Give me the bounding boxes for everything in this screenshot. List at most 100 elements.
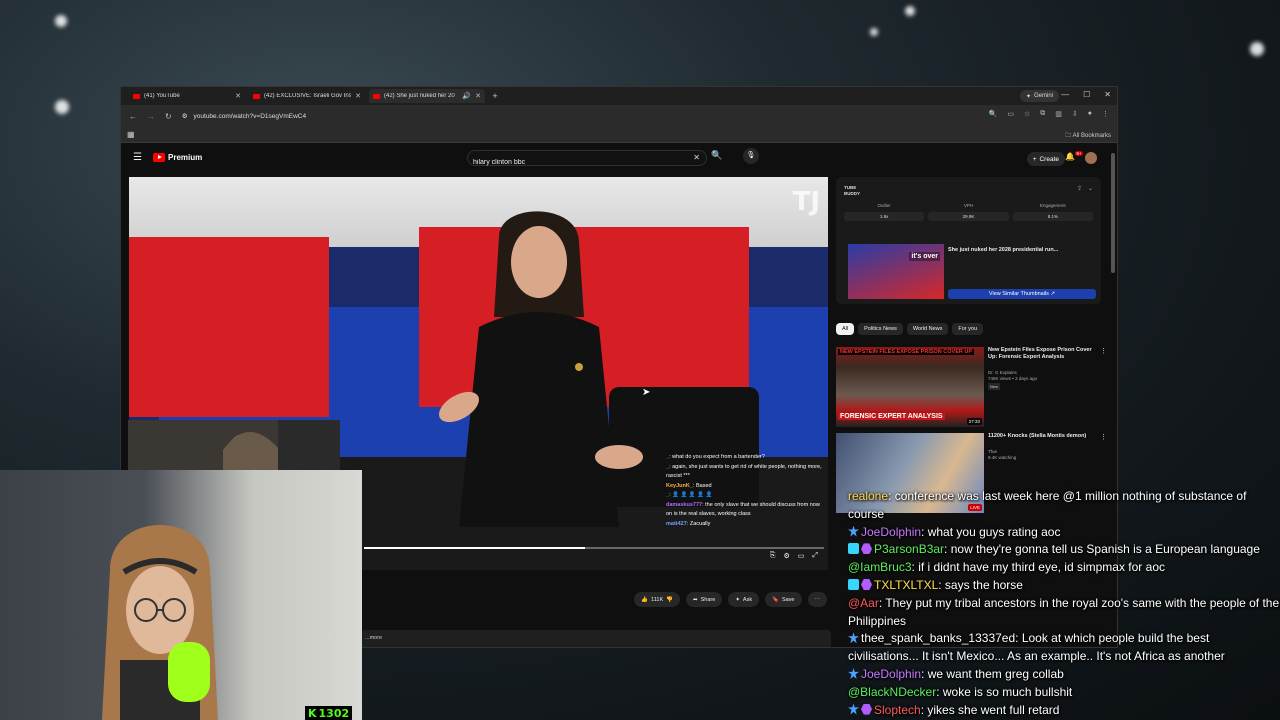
chat-text: says the horse (944, 577, 1023, 592)
close-tab-icon[interactable]: ✕ (235, 92, 241, 100)
overlay-chat-line: matt427: Zacually (666, 520, 711, 527)
stat-label: Outlier (877, 203, 891, 208)
tubebuddy-stats: Outlier 1.9x VPH 29.9K Engagement 8.1% (844, 203, 1093, 221)
profile-icon[interactable]: ● (1088, 110, 1092, 118)
all-bookmarks-button[interactable]: 🗀 All Bookmarks (1065, 131, 1111, 141)
forward-icon[interactable]: → (147, 112, 155, 121)
chat-username: JoeDolphin (861, 666, 922, 681)
apps-grid-icon[interactable]: ▦ (127, 130, 135, 139)
youtube-header: ☰ Premium ✕ 🔍 🎙 + Create 🔔 9+ (121, 143, 1117, 175)
site-info-icon[interactable]: ⚙ (182, 112, 188, 120)
reload-icon[interactable]: ↻ (165, 112, 172, 121)
menu-hamburger-icon[interactable]: ☰ (133, 152, 142, 163)
chat-username: Sloptech (874, 702, 921, 717)
stat-vph: VPH 29.9K (928, 203, 1009, 221)
omnibox[interactable]: ⚙ youtube.com/watch?v=D1segVmEwC4 (181, 108, 1007, 124)
close-tab-icon[interactable]: ✕ (475, 92, 481, 100)
recommendation-meta: 746K views • 2 days ago (988, 376, 1038, 381)
stat-outlier: Outlier 1.9x (844, 203, 925, 221)
stat-value: 29.9K (928, 212, 1009, 221)
subtitles-icon[interactable]: ⎘ (770, 552, 776, 560)
chat-message: Sloptech: yikes she went full retard (848, 702, 1280, 720)
minimize-icon[interactable]: — (1061, 90, 1069, 99)
overlay-chat-text: what do you expect from a bartender? (672, 454, 765, 460)
share-button[interactable]: ➦ Share (686, 592, 723, 607)
badge-cube-icon (848, 543, 859, 555)
fullscreen-icon[interactable]: ⤢ (812, 552, 818, 560)
microphone-icon[interactable]: 🎙 (743, 148, 759, 164)
video-description[interactable]: ...more (361, 630, 831, 647)
search-input[interactable] (468, 155, 668, 170)
like-button[interactable]: 👍 111K 👎 (634, 592, 681, 607)
chat-message: @IamBruc3: if i didnt have my third eye,… (848, 560, 1165, 575)
gemini-button[interactable]: ✦ Gemini (1019, 90, 1059, 102)
chip-all[interactable]: All (836, 323, 855, 335)
sidebar-icon[interactable]: ▥ (1055, 110, 1062, 118)
downloads-icon[interactable]: ⇩ (1072, 110, 1078, 118)
cast-icon[interactable]: ▭ (1007, 110, 1014, 118)
search-icon[interactable]: 🔍 (711, 150, 722, 161)
chat-text: yikes she went full retard (927, 702, 1060, 717)
badge-star-icon (848, 703, 859, 715)
share-label: Share (700, 596, 716, 603)
extensions-icon[interactable]: ⧉ (1040, 110, 1045, 118)
view-similar-thumbnails-button[interactable]: View Similar Thumbnails ↗ (948, 289, 1096, 299)
overlay-chat-line: _: 👤 👤 👤 👤 👤 (666, 492, 713, 498)
badge-hex-icon (861, 578, 872, 590)
youtube-favicon-icon (253, 93, 260, 99)
description-more-link[interactable]: ...more (365, 635, 382, 641)
more-options-icon[interactable]: ⋮ (1100, 433, 1107, 441)
chat-username: thee_spank_banks_13337ed (861, 631, 1016, 646)
ask-button[interactable]: ✦ Ask (728, 592, 760, 607)
overlay-chat-user: _ (666, 454, 670, 460)
create-button[interactable]: + Create (1026, 152, 1065, 166)
bookmark-icon: 🔖 (772, 596, 779, 603)
export-icon[interactable]: ⇪ (1077, 185, 1082, 192)
chat-text: we want them greg collab (927, 666, 1064, 681)
tab-youtube[interactable]: (41) YouTube ✕ (129, 89, 245, 103)
tab-exclusive[interactable]: (42) EXCLUSIVE: Israeli Gov Inst ✕ (249, 89, 365, 103)
more-actions-button[interactable]: ⋯ (807, 592, 827, 607)
miniplayer-icon[interactable]: ▭ (798, 552, 805, 560)
bookmark-star-icon[interactable]: ☆ (1024, 110, 1030, 118)
notifications-bell-icon[interactable]: 🔔 (1065, 152, 1075, 161)
chip-for-you[interactable]: For you (952, 323, 984, 335)
more-options-icon[interactable]: ⋮ (1100, 347, 1107, 355)
close-window-icon[interactable]: ✕ (1104, 90, 1111, 99)
tab-current-video[interactable]: (42) She just nuked her 20 🔊 ✕ (369, 89, 485, 103)
video-progress-bar[interactable] (364, 547, 824, 549)
chip-world-news[interactable]: World News (906, 323, 949, 335)
ask-label: Ask (742, 596, 753, 603)
chip-politics-news[interactable]: Politics News (858, 323, 903, 335)
clear-search-icon[interactable]: ✕ (693, 153, 700, 162)
channel-watermark-icon: TJ (792, 187, 820, 217)
gemini-label: Gemini (1033, 93, 1053, 99)
page-scrollbar[interactable] (1111, 153, 1115, 273)
chevron-down-icon[interactable]: ⌄ (1088, 185, 1093, 192)
current-video-title: She just nuked her 2028 presidential run… (948, 247, 1059, 253)
thumbs-down-icon[interactable]: 👎 (666, 597, 673, 603)
zoom-icon[interactable]: 🔍 (989, 110, 998, 118)
save-button[interactable]: 🔖 Save (765, 592, 802, 607)
chat-text: conference was last week here @1 million… (848, 489, 1247, 521)
tab-strip: (41) YouTube ✕ (42) EXCLUSIVE: Israeli G… (121, 87, 1117, 105)
overlay-chat-emotes: 👤 👤 👤 👤 👤 (672, 492, 713, 498)
overlay-chat-text: again, she just wants to get rid of whit… (666, 463, 822, 480)
badge-star-icon (848, 632, 859, 644)
close-tab-icon[interactable]: ✕ (355, 92, 361, 100)
settings-gear-icon[interactable]: ⚙ (783, 552, 789, 560)
back-icon[interactable]: ← (129, 112, 137, 121)
menu-kebab-icon[interactable]: ⋮ (1102, 110, 1109, 118)
youtube-logo[interactable]: Premium (153, 153, 202, 162)
overlay-chat-text: Based (695, 482, 712, 489)
recommendation-item[interactable]: NEW EPSTEIN FILES EXPOSE PRISON COVER UP… (836, 347, 1111, 427)
maximize-icon[interactable]: ☐ (1083, 90, 1090, 99)
second-camera-feed (128, 420, 340, 470)
account-avatar[interactable] (1085, 152, 1097, 164)
more-icon: ⋯ (814, 596, 821, 603)
chat-username: P3arsonB3ar (874, 542, 945, 557)
recommendation-thumbnail[interactable]: NEW EPSTEIN FILES EXPOSE PRISON COVER UP… (836, 347, 984, 427)
new-tab-button[interactable]: + (489, 91, 501, 101)
chat-username: @Aar (848, 595, 879, 610)
speaker-icon[interactable]: 🔊 (462, 92, 471, 100)
